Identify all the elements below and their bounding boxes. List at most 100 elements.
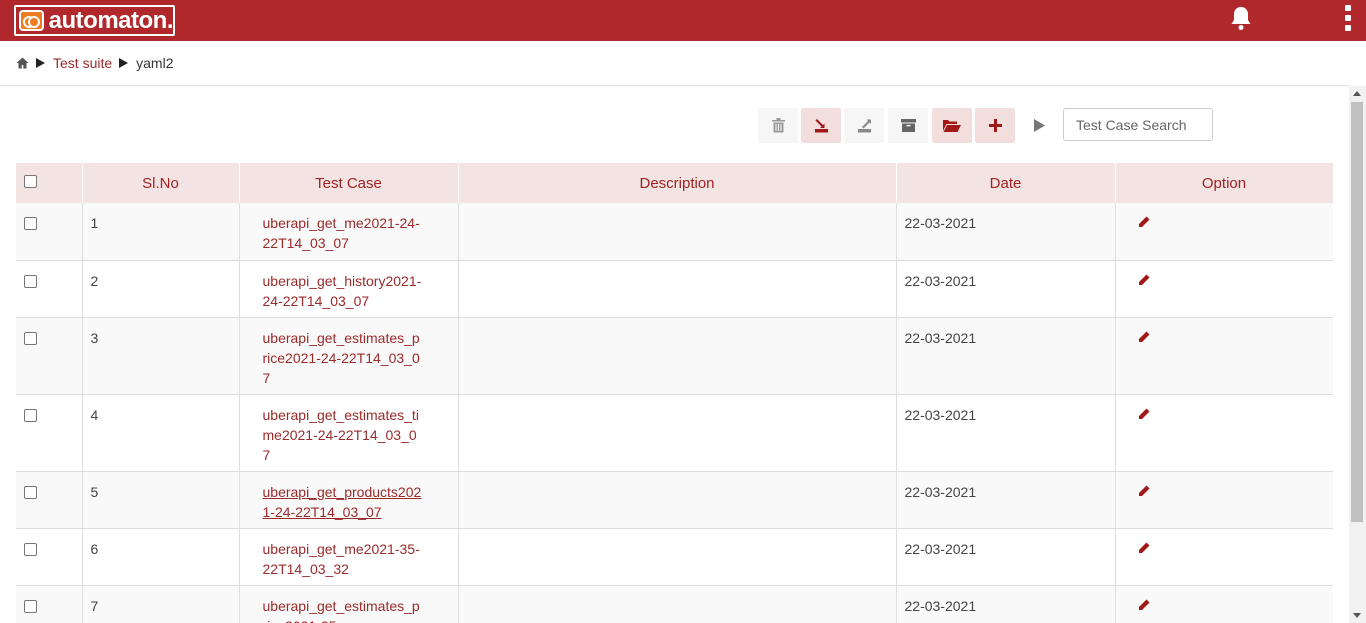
test-case-link[interactable]: uberapi_get_estimates_price2021-24-22T14… [239,317,459,395]
edit-pencil-icon[interactable] [1138,331,1150,343]
row-select-cell [16,260,83,318]
row-option-cell [1115,317,1333,395]
run-button[interactable] [1019,108,1059,143]
edit-pencil-icon[interactable] [1138,485,1150,497]
row-description [458,394,897,472]
archive-button[interactable] [888,108,928,143]
row-option-cell [1115,585,1333,623]
header-slno[interactable]: Sl.No [82,163,240,203]
row-description [458,317,897,395]
notification-bell-icon[interactable] [1229,5,1253,31]
header-divider [0,85,1350,86]
row-date: 22-03-2021 [896,317,1116,395]
row-date: 22-03-2021 [896,528,1116,586]
breadcrumb-separator-icon [36,58,45,68]
add-test-case-button[interactable] [975,108,1015,143]
robot-logo-icon [19,10,44,31]
test-case-link[interactable]: uberapi_get_history2021-24-22T14_03_07 [239,260,459,318]
edit-pencil-icon[interactable] [1138,274,1150,286]
export-icon [857,119,871,133]
row-option-cell [1115,528,1333,586]
test-case-link[interactable]: uberapi_get_products2021-24-22T14_03_07 [239,471,459,529]
trash-icon [771,118,785,133]
table-header-row: Sl.No Test Case Description Date Option [16,163,1333,203]
row-select-cell [16,585,83,623]
export-button[interactable] [844,108,884,143]
row-description [458,260,897,318]
table-row: 3 uberapi_get_estimates_price2021-24-22T… [16,317,1333,395]
edit-pencil-icon[interactable] [1138,599,1150,611]
row-checkbox[interactable] [24,274,37,288]
row-option-cell [1115,203,1333,261]
row-option-cell [1115,260,1333,318]
edit-pencil-icon[interactable] [1138,216,1150,228]
row-slno: 7 [82,585,240,623]
row-slno: 3 [82,317,240,395]
row-select-cell [16,203,83,261]
row-checkbox[interactable] [24,408,37,422]
test-case-link[interactable]: uberapi_get_me2021-24-22T14_03_07 [239,203,459,261]
row-option-cell [1115,394,1333,472]
test-case-link[interactable]: uberapi_get_estimates_time2021-24-22T14_… [239,394,459,472]
row-date: 22-03-2021 [896,260,1116,318]
header-description[interactable]: Description [458,163,897,203]
table-row: 1 uberapi_get_me2021-24-22T14_03_07 22-0… [16,203,1333,261]
scroll-down-icon[interactable] [1353,613,1361,618]
row-checkbox[interactable] [24,599,37,613]
header-date[interactable]: Date [896,163,1116,203]
row-date: 22-03-2021 [896,394,1116,472]
table-row: 6 uberapi_get_me2021-35-22T14_03_32 22-0… [16,528,1333,586]
delete-button[interactable] [758,108,798,143]
play-icon [1033,119,1045,132]
plus-icon [988,119,1002,132]
select-all-header [16,163,83,203]
logo-text: automaton. [48,7,174,34]
archive-icon [900,119,916,132]
row-checkbox[interactable] [24,331,37,345]
breadcrumb-test-suite-link[interactable]: Test suite [53,55,112,71]
home-icon[interactable] [16,57,29,69]
row-date: 22-03-2021 [896,585,1116,623]
scroll-up-icon[interactable] [1353,91,1361,96]
app-logo[interactable]: automaton. [14,5,175,36]
row-option-cell [1115,471,1333,529]
header-test-case[interactable]: Test Case [239,163,459,203]
scrollbar-thumb[interactable] [1351,102,1363,522]
row-slno: 1 [82,203,240,261]
row-description [458,203,897,261]
row-slno: 4 [82,394,240,472]
row-date: 22-03-2021 [896,471,1116,529]
test-case-link[interactable]: uberapi_get_estimates_price2021-35 [239,585,459,623]
breadcrumb: Test suite yaml2 [16,54,174,72]
table-row: 5 uberapi_get_products2021-24-22T14_03_0… [16,471,1333,529]
select-all-checkbox[interactable] [24,174,37,188]
row-date: 22-03-2021 [896,203,1116,261]
open-folder-button[interactable] [932,108,972,143]
import-button[interactable] [801,108,841,143]
edit-pencil-icon[interactable] [1138,542,1150,554]
test-case-search-input[interactable] [1063,108,1213,141]
row-slno: 5 [82,471,240,529]
row-description [458,585,897,623]
breadcrumb-current: yaml2 [136,55,174,71]
breadcrumb-separator-icon [119,58,129,68]
page-scrollbar[interactable] [1349,86,1366,623]
table-row: 7 uberapi_get_estimates_price2021-35 22-… [16,585,1333,623]
row-select-cell [16,317,83,395]
row-checkbox[interactable] [24,217,37,230]
table-row: 4 uberapi_get_estimates_time2021-24-22T1… [16,394,1333,472]
row-select-cell [16,394,83,472]
test-case-table-container: Sl.No Test Case Description Date Option … [16,163,1333,623]
row-select-cell [16,528,83,586]
import-icon [814,119,828,133]
row-checkbox[interactable] [24,542,37,556]
table-row: 2 uberapi_get_history2021-24-22T14_03_07… [16,260,1333,318]
edit-pencil-icon[interactable] [1138,408,1150,420]
row-checkbox[interactable] [24,485,37,499]
row-description [458,528,897,586]
test-case-link[interactable]: uberapi_get_me2021-35-22T14_03_32 [239,528,459,586]
row-slno: 2 [82,260,240,318]
row-select-cell [16,471,83,529]
kebab-menu-icon[interactable] [1343,5,1353,35]
header-option: Option [1115,163,1333,203]
